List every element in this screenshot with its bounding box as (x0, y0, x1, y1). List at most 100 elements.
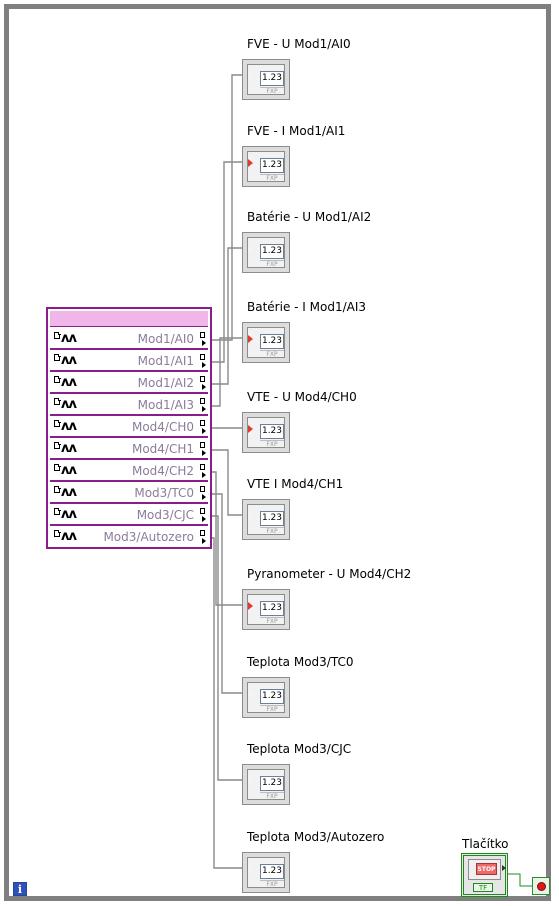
boolean-type-badge: TF (473, 883, 493, 892)
property-node-header (50, 311, 208, 327)
output-terminal-icon (202, 494, 206, 500)
input-terminal-icon (247, 71, 253, 81)
signal-wire[interactable] (212, 161, 242, 363)
channel-name: Mod4/CH1 (131, 442, 194, 456)
indicator-label: Teplota Mod3/CJC (247, 742, 352, 756)
shared-variable-property-node[interactable]: ʌʌ Mod1/AI0 ʌʌ Mod1/AI1 ʌʌ Mod1/AI2 ʌʌ M… (46, 307, 212, 549)
error-out-icon (200, 376, 205, 382)
waveform-icon: ʌʌ (61, 331, 77, 346)
waveform-icon: ʌʌ (61, 441, 77, 456)
coercion-dot-icon (247, 334, 253, 344)
property-node-item[interactable]: ʌʌ Mod1/AI2 (50, 373, 208, 394)
property-node-item[interactable]: ʌʌ Mod1/AI0 (50, 329, 208, 350)
loop-condition-icon[interactable] (532, 877, 550, 895)
property-node-item[interactable]: ʌʌ Mod3/TC0 (50, 483, 208, 504)
error-out-icon (200, 486, 205, 492)
property-node-item[interactable]: ʌʌ Mod4/CH1 (50, 439, 208, 460)
output-terminal-icon (202, 384, 206, 390)
waveform-icon: ʌʌ (61, 507, 77, 522)
indicator-terminal[interactable]: 1.23 FXP (242, 499, 290, 540)
stop-button-label: Tlačítko (462, 837, 509, 851)
property-node-item[interactable]: ʌʌ Mod4/CH0 (50, 417, 208, 438)
error-out-icon (200, 508, 205, 514)
input-terminal-icon (247, 776, 253, 786)
input-terminal-icon (247, 864, 253, 874)
indicator-terminal[interactable]: 1.23 FXP (242, 322, 290, 363)
indicator-label: VTE - U Mod4/CH0 (247, 390, 357, 404)
property-node-item[interactable]: ʌʌ Mod3/Autozero (50, 527, 208, 548)
indicator-terminal[interactable]: 1.23 FXP (242, 764, 290, 805)
error-out-icon (200, 398, 205, 404)
output-terminal-icon (202, 472, 206, 478)
error-out-icon (200, 442, 205, 448)
error-out-icon (200, 530, 205, 536)
channel-name: Mod3/CJC (136, 508, 194, 522)
indicator-label: Batérie - U Mod1/AI2 (247, 210, 372, 224)
signal-wire[interactable] (212, 471, 242, 606)
indicator-value: 1.23 (260, 776, 284, 791)
input-terminal-icon (247, 511, 253, 521)
indicator-value: 1.23 (260, 424, 284, 439)
waveform-icon: ʌʌ (61, 375, 77, 390)
data-type-badge: FXP (260, 617, 284, 626)
indicator-terminal[interactable]: 1.23 FXP (242, 677, 290, 718)
channel-name: Mod4/CH0 (131, 420, 194, 434)
coercion-dot-icon (247, 601, 253, 611)
waveform-icon: ʌʌ (61, 353, 77, 368)
property-node-item[interactable]: ʌʌ Mod1/AI1 (50, 351, 208, 372)
indicator-terminal[interactable]: 1.23 FXP (242, 852, 290, 893)
indicator-value: 1.23 (260, 601, 284, 616)
data-type-badge: FXP (260, 440, 284, 449)
output-terminal-icon (502, 865, 506, 871)
indicator-terminal[interactable]: 1.23 FXP (242, 589, 290, 630)
data-type-badge: FXP (260, 880, 284, 889)
channel-name: Mod4/CH2 (131, 464, 194, 478)
error-out-icon (200, 464, 205, 470)
property-node-item[interactable]: ʌʌ Mod3/CJC (50, 505, 208, 526)
output-terminal-icon (202, 362, 206, 368)
coercion-dot-icon (247, 158, 253, 168)
signal-wire[interactable] (212, 74, 242, 341)
output-terminal-icon (202, 538, 206, 544)
output-terminal-icon (202, 428, 206, 434)
property-node-item[interactable]: ʌʌ Mod1/AI3 (50, 395, 208, 416)
loop-iteration-icon: i (13, 882, 27, 896)
indicator-terminal[interactable]: 1.23 FXP (242, 59, 290, 100)
indicator-label: Pyranometer - U Mod4/CH2 (247, 567, 412, 581)
indicator-label: FVE - I Mod1/AI1 (247, 124, 346, 138)
indicator-terminal[interactable]: 1.23 FXP (242, 412, 290, 453)
output-terminal-icon (202, 516, 206, 522)
waveform-icon: ʌʌ (61, 419, 77, 434)
error-out-icon (200, 354, 205, 360)
channel-name: Mod1/AI0 (137, 332, 194, 346)
indicator-terminal[interactable]: 1.23 FXP (242, 232, 290, 273)
indicator-value: 1.23 (260, 71, 284, 86)
stop-button-terminal[interactable]: STOP TF (461, 853, 508, 897)
coercion-dot-icon (247, 424, 253, 434)
error-in-icon (54, 486, 61, 493)
indicator-value: 1.23 (260, 244, 284, 259)
property-node-item[interactable]: ʌʌ Mod4/CH2 (50, 461, 208, 482)
error-in-icon (54, 442, 61, 449)
signal-wire[interactable] (212, 247, 242, 385)
boolean-wire[interactable] (508, 873, 532, 887)
error-in-icon (54, 332, 61, 339)
error-in-icon (54, 464, 61, 471)
indicator-value: 1.23 (260, 158, 284, 173)
indicator-value: 1.23 (260, 511, 284, 526)
indicator-label: Teplota Mod3/Autozero (247, 830, 385, 844)
error-in-icon (54, 354, 61, 361)
indicator-terminal[interactable]: 1.23 FXP (242, 146, 290, 187)
waveform-icon: ʌʌ (61, 463, 77, 478)
data-type-badge: FXP (260, 527, 284, 536)
error-in-icon (54, 530, 61, 537)
waveform-icon: ʌʌ (61, 485, 77, 500)
input-terminal-icon (247, 244, 253, 254)
indicator-value: 1.23 (260, 334, 284, 349)
error-in-icon (54, 398, 61, 405)
output-terminal-icon (202, 450, 206, 456)
stop-button[interactable]: STOP (476, 863, 497, 875)
data-type-badge: FXP (260, 792, 284, 801)
indicator-label: VTE I Mod4/CH1 (247, 477, 344, 491)
signal-wire[interactable] (212, 337, 242, 407)
